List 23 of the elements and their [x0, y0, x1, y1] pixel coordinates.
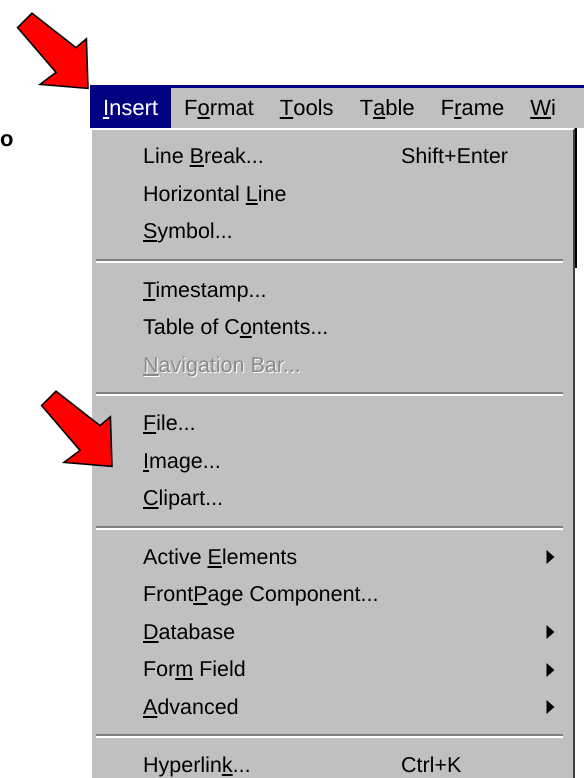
caption-text: o: [0, 126, 14, 152]
menu-item[interactable]: Table of Contents...: [143, 315, 328, 340]
menu-item[interactable]: File...: [143, 411, 196, 436]
menu-title[interactable]: Table: [346, 88, 428, 128]
menu-item[interactable]: Hyperlink...: [143, 753, 251, 778]
menu-item[interactable]: Line Break...: [143, 144, 264, 170]
menu-title[interactable]: Frame: [428, 88, 518, 128]
menu-item[interactable]: Image...: [143, 448, 221, 474]
menu-item[interactable]: Active Elements: [143, 544, 298, 570]
menu-item[interactable]: Timestamp...: [143, 278, 266, 303]
menu-title[interactable]: Insert: [90, 88, 172, 128]
menu-item[interactable]: Horizontal Line: [143, 182, 286, 207]
menu-item[interactable]: FrontPage Component...: [143, 582, 378, 608]
menu-title[interactable]: Tools: [266, 88, 347, 128]
menu-item[interactable]: Database: [143, 620, 236, 645]
menu-item[interactable]: Symbol...: [143, 219, 233, 244]
menu-item[interactable]: Clipart...: [143, 486, 224, 512]
shortcut-text: Ctrl+K: [401, 753, 462, 778]
menu-item[interactable]: Advanced: [143, 694, 239, 720]
shortcut-text: Shift+Enter: [401, 144, 509, 170]
menu-title[interactable]: Format: [171, 88, 267, 128]
menu-item[interactable]: Form Field: [143, 657, 246, 682]
menu-title[interactable]: Wi: [517, 88, 569, 128]
